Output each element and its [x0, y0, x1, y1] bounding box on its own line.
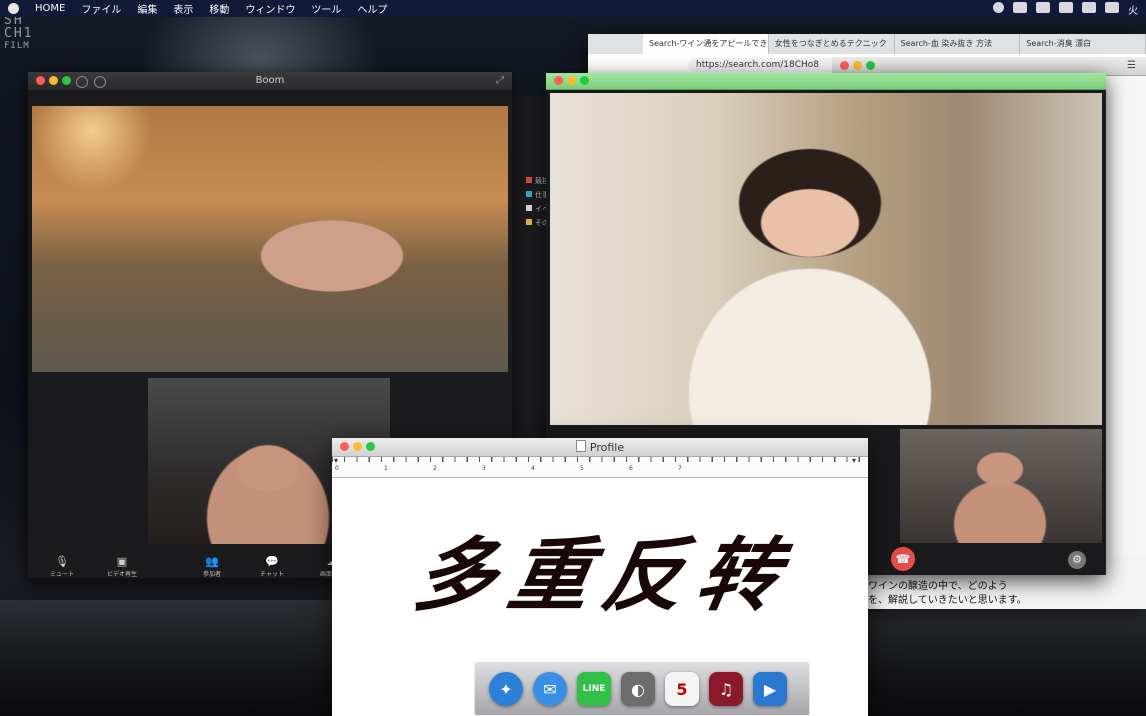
ruler-number: 1 — [384, 465, 388, 472]
watermark-line: CH1 — [4, 26, 34, 41]
participants-button[interactable]: 👥 参加者 — [192, 555, 232, 578]
ruler-number: 7 — [678, 465, 682, 472]
profile-window-title: Profile — [332, 440, 868, 454]
menu-edit[interactable]: 編集 — [137, 1, 157, 16]
apple-menu-icon[interactable] — [8, 3, 19, 14]
ruler-number: 5 — [580, 465, 584, 472]
control-label: ミュート — [49, 571, 74, 578]
dock: ✦ ✉ LINE ◐ 5 ♫ ▶ — [474, 662, 810, 716]
zoom-button[interactable] — [580, 76, 589, 85]
video-toggle-button[interactable]: ▣ ビデオ再生 — [102, 555, 142, 578]
article-text: 、ワインの醸造の中で、どのよう かを、解説していきたいと思います。 — [858, 580, 1146, 608]
profile-title-text: Profile — [589, 441, 625, 454]
settings-button[interactable]: ⚙ — [1068, 551, 1086, 569]
browser-tab-strip: Search-ワイン通をアピールでき… 女性をつなぎとめるテクニック Searc… — [588, 34, 1146, 54]
control-label: チャット — [260, 571, 284, 578]
battery-icon[interactable] — [1059, 2, 1073, 13]
remote-participant-video[interactable] — [550, 93, 1102, 425]
menu-tools[interactable]: ツール — [311, 1, 341, 16]
menubar: HOME ファイル 編集 表示 移動 ウィンドウ ツール ヘルプ 火 — [0, 0, 1146, 17]
document-icon — [575, 440, 586, 452]
phone-hangup-icon: ☎ — [895, 552, 911, 566]
fullscreen-icon[interactable]: ⤢ — [496, 75, 504, 86]
browser-tab[interactable]: Search-ワイン通をアピールでき… — [643, 34, 769, 54]
video-camera-app-icon[interactable]: ▶ — [753, 672, 787, 706]
minimize-button[interactable] — [853, 61, 862, 70]
clock-day[interactable]: 火 — [1128, 2, 1138, 17]
main-participant-video[interactable] — [32, 106, 508, 372]
chat-button[interactable]: 💬 チャット — [252, 555, 292, 578]
chat-titlebar — [546, 73, 1106, 90]
profile-titlebar: Profile — [332, 438, 868, 457]
menu-window[interactable]: ウィンドウ — [245, 1, 295, 16]
ruler-number: 6 — [629, 465, 633, 472]
participants-icon: 👥 — [205, 555, 219, 568]
boom-window-title: Boom — [255, 75, 285, 86]
close-button[interactable] — [554, 76, 563, 85]
mail-envelope-icon[interactable]: ✉ — [533, 672, 567, 706]
ruler-number: 0 — [335, 465, 339, 472]
boom-app-icon[interactable]: ◐ — [621, 672, 655, 706]
video-camera-icon: ▣ — [116, 555, 128, 568]
menu-help[interactable]: ヘルプ — [357, 1, 387, 16]
line-app-icon[interactable]: LINE — [577, 672, 611, 706]
control-label: ビデオ再生 — [106, 571, 137, 578]
ruler-number: 3 — [482, 465, 486, 472]
notification-icon[interactable] — [1105, 2, 1119, 13]
menu-view[interactable]: 表示 — [173, 1, 193, 16]
browser-tab[interactable]: Search-消臭 漂白 — [1020, 34, 1146, 54]
browser-tab[interactable]: 女性をつなぎとめるテクニック — [769, 34, 895, 54]
zoom-button[interactable] — [866, 61, 875, 70]
minimize-button[interactable] — [567, 76, 576, 85]
chat-bubble-icon: 💬 — [265, 555, 279, 568]
gear-icon: ⚙ — [1072, 553, 1082, 566]
boom-titlebar: Boom ⤢ — [28, 72, 512, 91]
menu-icon[interactable]: ☰ — [1127, 60, 1136, 71]
end-call-button[interactable]: ☎ — [891, 547, 915, 571]
close-button[interactable] — [840, 61, 849, 70]
self-view-video[interactable] — [900, 429, 1102, 543]
safari-compass-icon[interactable]: ✦ — [489, 672, 523, 706]
ruler-number: 2 — [433, 465, 437, 472]
microphone-icon: 🎙 — [55, 555, 69, 568]
music-note-icon[interactable]: ♫ — [709, 672, 743, 706]
cloud-icon[interactable] — [1013, 2, 1027, 13]
calendar-icon[interactable]: 5 — [665, 672, 699, 706]
menu-home[interactable]: HOME — [35, 3, 65, 14]
channel-watermark: SH CH1 FILM — [4, 14, 66, 53]
browser-tab[interactable]: Search-血 染み抜き 方法 — [895, 34, 1021, 54]
menu-go[interactable]: 移動 — [209, 1, 229, 16]
article-line: かを、解説していきたいと思います。 — [858, 595, 1027, 606]
article-line: 、ワインの醸造の中で、どのよう — [858, 581, 1008, 592]
user-avatar-icon[interactable] — [993, 2, 1004, 13]
menubar-status-area: 火 — [993, 2, 1138, 17]
wifi-icon[interactable] — [1036, 2, 1050, 13]
indent-marker-icon[interactable]: ▾ — [334, 457, 338, 465]
headline-text: 多重反转 — [407, 529, 801, 622]
watermark-line: FILM — [4, 41, 30, 51]
media-icon[interactable] — [1082, 2, 1096, 13]
right-margin-marker-icon[interactable]: ▾ — [852, 457, 856, 465]
text-ruler[interactable]: ▾ ▾ 0 1 2 3 4 5 6 7 — [332, 457, 868, 478]
mute-button[interactable]: 🎙 ミュート — [42, 555, 82, 578]
menu-file[interactable]: ファイル — [81, 1, 121, 16]
control-label: 参加者 — [202, 571, 221, 578]
ruler-number: 4 — [531, 465, 535, 472]
